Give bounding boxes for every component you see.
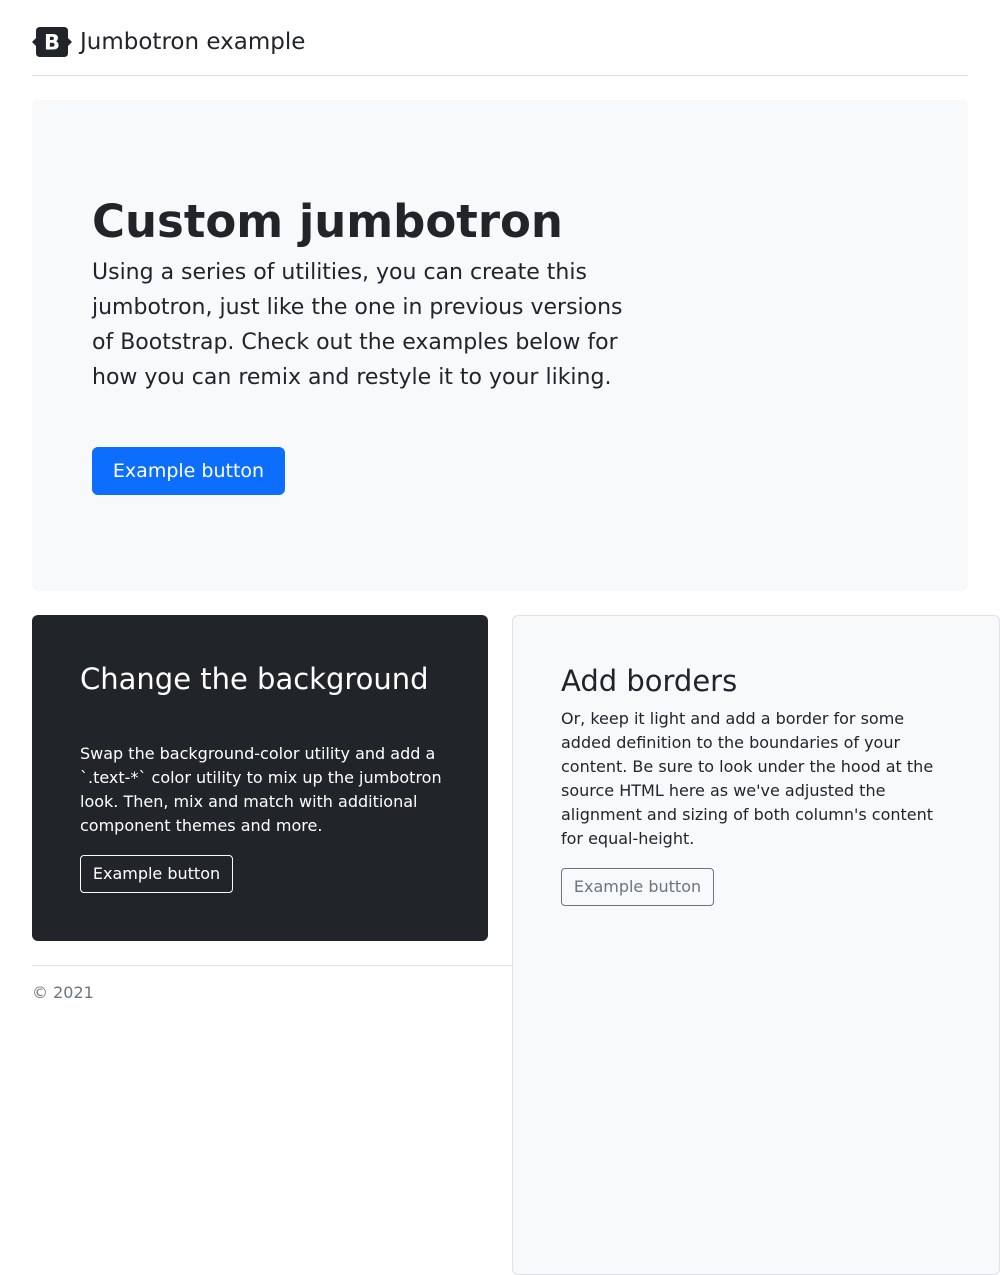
dark-card-text: Swap the background-color utility and ad…: [80, 744, 442, 835]
page-header: B Jumbotron example: [32, 0, 968, 76]
brand-link[interactable]: B Jumbotron example: [32, 26, 305, 58]
footer-divider: [32, 965, 512, 966]
bordered-card-title: Add borders: [561, 664, 738, 698]
brand-title: Jumbotron example: [80, 29, 306, 55]
jumbotron: Custom jumbotron Using a series of utili…: [32, 100, 968, 591]
logo-letter: B: [44, 31, 60, 55]
bordered-card-text: Or, keep it light and add a border for s…: [561, 709, 934, 848]
jumbotron-lead: Using a series of utilities, you can cre…: [92, 260, 623, 390]
jumbotron-example-button[interactable]: Example button: [92, 447, 285, 495]
dark-card-example-button[interactable]: Example button: [80, 855, 233, 893]
jumbotron-title: Custom jumbotron: [92, 195, 563, 248]
bootstrap-logo-icon: B: [32, 27, 72, 57]
dark-background-card: Change the background Swap the backgroun…: [32, 615, 488, 941]
dark-card-title: Change the background: [80, 662, 429, 696]
bordered-card: Add borders Or, keep it light and add a …: [512, 615, 1000, 1275]
bordered-card-example-button[interactable]: Example button: [561, 868, 714, 906]
footer-copyright: © 2021: [32, 983, 94, 1002]
